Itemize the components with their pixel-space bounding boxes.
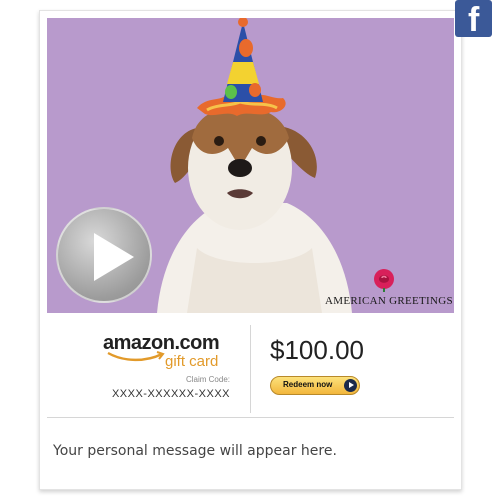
personal-message: Your personal message will appear here. (53, 443, 337, 459)
play-icon (94, 233, 134, 281)
rose-logo-icon (374, 269, 394, 292)
gift-card-subtext: gift card (165, 353, 219, 370)
redeem-now-label: Redeem now (283, 380, 333, 389)
facebook-share-button[interactable]: f (455, 0, 492, 37)
play-button[interactable] (56, 207, 152, 303)
arrow-right-icon (344, 379, 357, 392)
horizontal-divider (47, 417, 454, 418)
amazon-smile-icon (107, 351, 165, 362)
redeem-now-button[interactable]: Redeem now (270, 376, 360, 395)
vertical-divider (250, 325, 251, 413)
claim-code-label: Claim Code: (185, 375, 230, 384)
gift-card-amount: $100.00 (270, 335, 364, 365)
facebook-icon: f (468, 1, 480, 37)
american-greetings-brand: AMERICAN GREETINGS (325, 295, 453, 307)
claim-code-value: XXXX-XXXXXX-XXXX (111, 388, 230, 400)
